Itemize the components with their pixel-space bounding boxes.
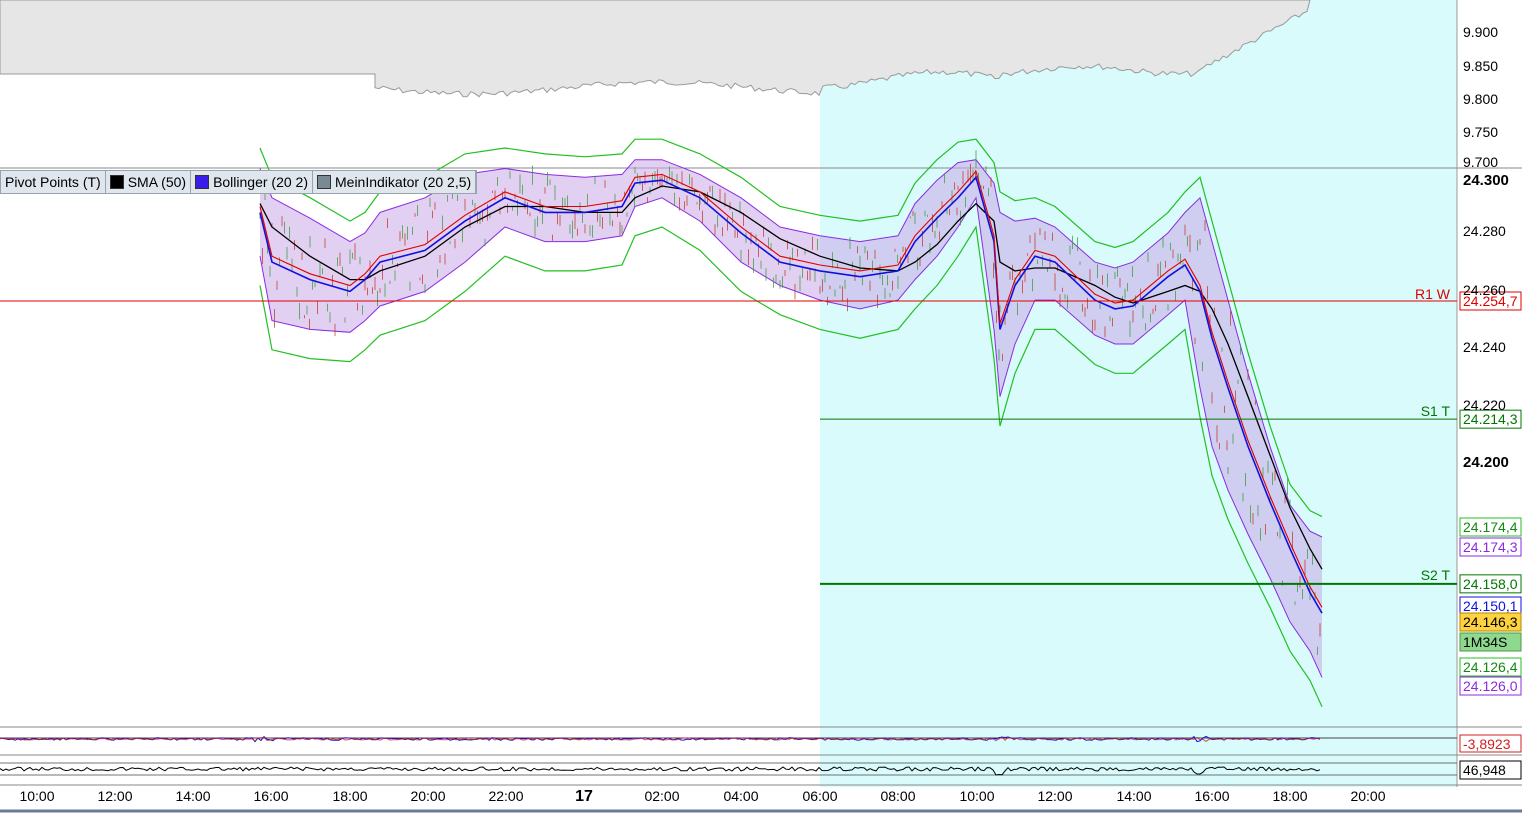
legend-label: Pivot Points (T) bbox=[5, 174, 101, 190]
time-axis-label: 14:00 bbox=[175, 788, 210, 804]
upper-axis-label: 9.700 bbox=[1463, 154, 1498, 170]
legend-label: Bollinger (20 2) bbox=[213, 174, 308, 190]
time-axis-label: 04:00 bbox=[723, 788, 758, 804]
rsi-value: 46,948 bbox=[1463, 762, 1506, 778]
chart-window: 9.900 9.850 9.800 9.750 9.700 R1 W 24.254,7 S1 … bbox=[0, 0, 1522, 813]
legend-swatch bbox=[109, 175, 124, 189]
time-axis-label: 02:00 bbox=[644, 788, 679, 804]
legend-item-bollinger[interactable]: Bollinger (20 2) bbox=[191, 171, 313, 193]
price-tag-value: 24.146,3 bbox=[1463, 614, 1518, 630]
upper-axis-label: 9.900 bbox=[1463, 24, 1498, 40]
legend-label: MeinIndikator (20 2,5) bbox=[335, 174, 472, 190]
main-axis-label: 24.300 bbox=[1463, 172, 1509, 189]
price-tag-value: 24.174,3 bbox=[1463, 539, 1518, 555]
time-axis-label: 16:00 bbox=[1194, 788, 1229, 804]
main-axis-label: 24.260 bbox=[1463, 282, 1506, 298]
time-axis-label: 10:00 bbox=[19, 788, 54, 804]
time-axis-label: 08:00 bbox=[880, 788, 915, 804]
main-axis-label: 24.280 bbox=[1463, 223, 1506, 239]
time-axis-label: 18:00 bbox=[332, 788, 367, 804]
pivot-label: S2 T bbox=[1421, 567, 1451, 583]
indicator-legend: Pivot Points (T) SMA (50) Bollinger (20 … bbox=[0, 170, 478, 194]
time-axis-label: 14:00 bbox=[1116, 788, 1151, 804]
time-axis-label: 20:00 bbox=[410, 788, 445, 804]
legend-item-sma[interactable]: SMA (50) bbox=[106, 171, 192, 193]
price-tag-value: 24.126,0 bbox=[1463, 678, 1518, 694]
pivot-price-value: 24.214,3 bbox=[1463, 411, 1518, 427]
time-axis-label: 10:00 bbox=[959, 788, 994, 804]
price-chart[interactable]: 9.9009.8509.8009.7509.700R1 W 24.254,7S1 … bbox=[0, 0, 1522, 813]
price-tag-value: 24.174,4 bbox=[1463, 519, 1518, 535]
session-background bbox=[820, 0, 1457, 787]
time-axis-label: 12:00 bbox=[97, 788, 132, 804]
main-axis-label: 24.200 bbox=[1463, 454, 1509, 471]
pivot-label: S1 T bbox=[1421, 403, 1451, 419]
upper-axis-label: 9.850 bbox=[1463, 58, 1498, 74]
time-axis-label: 22:00 bbox=[488, 788, 523, 804]
pivot-price-value: 24.158,0 bbox=[1463, 576, 1518, 592]
time-axis-label: 18:00 bbox=[1272, 788, 1307, 804]
main-axis-label: 24.240 bbox=[1463, 339, 1506, 355]
pivot-label: R1 W bbox=[1415, 286, 1451, 302]
main-axis-label: 24.220 bbox=[1463, 397, 1506, 413]
time-axis-label: 16:00 bbox=[253, 788, 288, 804]
price-tag-value: 24.126,4 bbox=[1463, 659, 1518, 675]
upper-axis-label: 9.750 bbox=[1463, 124, 1498, 140]
price-tag-value: 24.150,1 bbox=[1463, 598, 1518, 614]
time-axis-label: 20:00 bbox=[1350, 788, 1385, 804]
legend-swatch bbox=[195, 175, 210, 189]
legend-swatch bbox=[317, 175, 331, 189]
legend-item-pivot-points[interactable]: Pivot Points (T) bbox=[1, 171, 106, 193]
time-axis-label: 06:00 bbox=[802, 788, 837, 804]
upper-axis-label: 9.800 bbox=[1463, 91, 1498, 107]
legend-label: SMA (50) bbox=[127, 174, 187, 190]
price-tag-value: 1M34S bbox=[1463, 634, 1507, 650]
time-axis-label: 12:00 bbox=[1037, 788, 1072, 804]
oscillator-value: -3,8923 bbox=[1463, 736, 1511, 752]
legend-item-meinindikator[interactable]: MeinIndikator (20 2,5) bbox=[313, 171, 477, 193]
time-axis-label: 17 bbox=[575, 788, 593, 805]
